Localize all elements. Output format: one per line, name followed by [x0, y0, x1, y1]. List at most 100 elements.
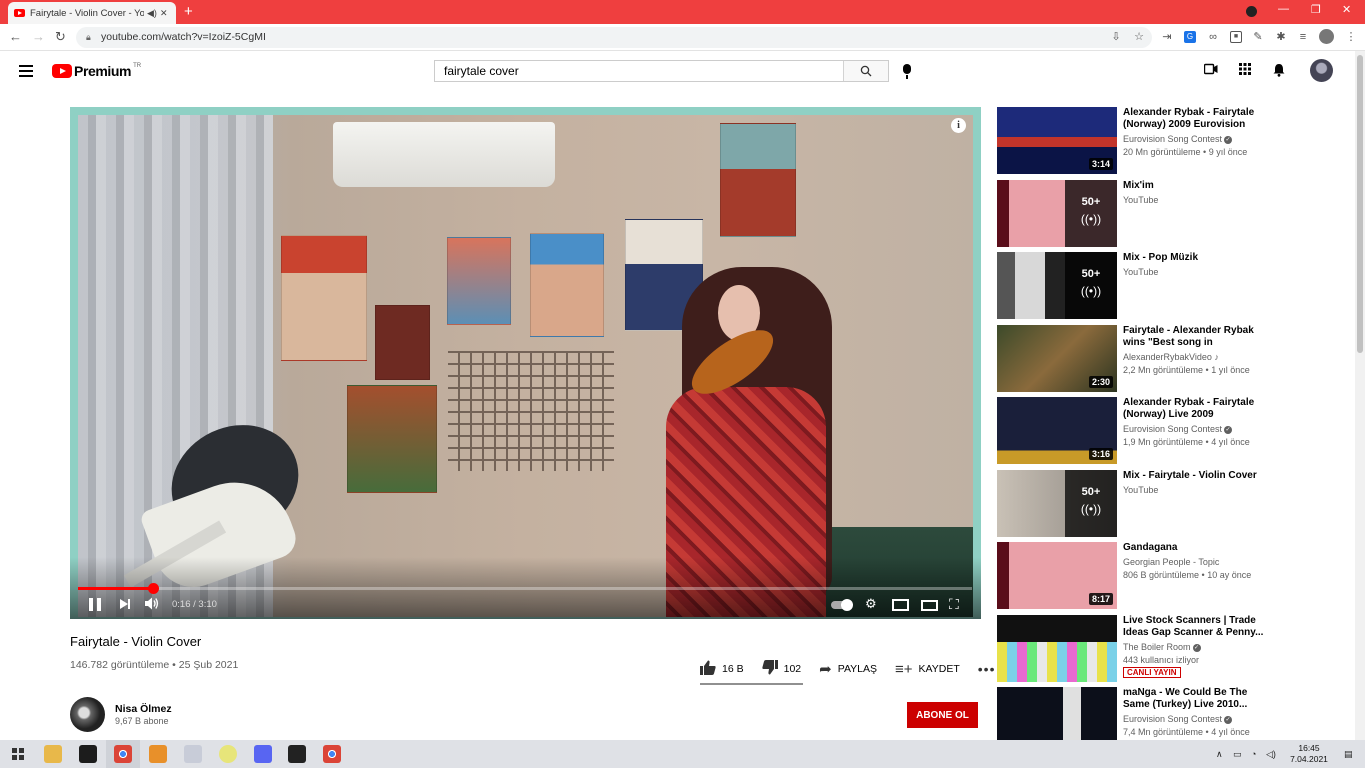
fullscreen-icon[interactable]: ⛶	[949, 596, 959, 612]
console-icon[interactable]	[288, 745, 306, 763]
recommendation-title[interactable]: Mix'im	[1123, 180, 1271, 192]
theater-mode-icon[interactable]	[921, 600, 938, 611]
next-icon[interactable]	[120, 599, 130, 609]
close-window-button[interactable]: ✕	[1342, 3, 1351, 16]
browser-avatar[interactable]	[1319, 29, 1334, 44]
channel-avatar[interactable]	[70, 697, 105, 732]
recommendation-channel[interactable]: Eurovision Song Contest ✓	[1123, 714, 1233, 724]
youtube-premium-logo[interactable]: Premium TR	[52, 63, 141, 79]
recommendation-item[interactable]: 3:14 Alexander Rybak - Fairytale (Norway…	[997, 107, 1275, 175]
pause-icon[interactable]	[89, 598, 101, 611]
install-icon[interactable]: ⇩	[1110, 31, 1122, 43]
video-thumbnail[interactable]: 8:17	[997, 542, 1117, 609]
recommendation-channel[interactable]: Eurovision Song Contest ✓	[1123, 134, 1233, 144]
recommendation-item[interactable]: 2:30 Fairytale - Alexander Rybak wins "B…	[997, 325, 1275, 393]
bookmark-star-icon[interactable]: ☆	[1133, 31, 1145, 43]
recommendation-title[interactable]: Alexander Rybak - Fairytale (Norway) Liv…	[1123, 397, 1271, 421]
recommendation-channel[interactable]: AlexanderRybakVideo ♪	[1123, 352, 1219, 362]
address-bar[interactable]: 🔒︎ youtube.com/watch?v=IzoiZ-5CgMI	[76, 27, 1152, 48]
recommendation-title[interactable]: Mix - Fairytale - Violin Cover	[1123, 470, 1271, 482]
video-thumbnail[interactable]	[997, 615, 1117, 682]
tab-audio-icon[interactable]: ◀)	[147, 8, 157, 19]
reload-icon[interactable]: ↻	[55, 29, 66, 45]
apps-grid-icon[interactable]	[1239, 63, 1251, 78]
browser-menu-icon[interactable]: ⋮	[1345, 31, 1357, 43]
recommendation-title[interactable]: Fairytale - Alexander Rybak wins "Best s…	[1123, 325, 1271, 349]
recommendation-title[interactable]: maNga - We Could Be The Same (Turkey) Li…	[1123, 687, 1271, 711]
minimize-button[interactable]: —	[1278, 3, 1289, 15]
scrollbar-thumb[interactable]	[1357, 55, 1363, 353]
recommendation-channel[interactable]: YouTube	[1123, 485, 1158, 495]
browser-profile-icon[interactable]	[1246, 6, 1257, 17]
miniplayer-icon[interactable]	[892, 599, 909, 611]
recommendation-item[interactable]: 50+ ((•)) Mix'im YouTube	[997, 180, 1275, 248]
video-player[interactable]: i 0:16 / 3:10 ⚙ ⛶	[70, 107, 981, 619]
tab-close-icon[interactable]: ✕	[160, 8, 170, 19]
extension-cast-icon[interactable]: ⇥	[1161, 31, 1173, 43]
recommendation-item[interactable]: 50+ ((•)) Mix - Pop Müzik YouTube	[997, 252, 1275, 320]
notification-center-icon[interactable]: ▤	[1344, 749, 1353, 760]
volume-icon[interactable]	[145, 597, 159, 614]
menu-icon[interactable]	[19, 65, 33, 80]
recommendation-title[interactable]: Mix - Pop Müzik	[1123, 252, 1271, 264]
video-thumbnail[interactable]: 3:16	[997, 397, 1117, 464]
recommendation-item[interactable]: 8:17 Gandagana Georgian People - Topic 8…	[997, 542, 1275, 610]
progress-bar[interactable]	[78, 583, 972, 594]
taskbar-clock[interactable]: 16:45 7.04.2021	[1287, 743, 1331, 765]
recommendation-title[interactable]: Live Stock Scanners | Trade Ideas Gap Sc…	[1123, 615, 1271, 639]
media-control-icon[interactable]: ≡	[1297, 31, 1309, 43]
search-button[interactable]	[843, 61, 888, 81]
video-thumbnail[interactable]: 3:14	[997, 107, 1117, 174]
app-icon[interactable]	[184, 745, 202, 763]
recommendation-channel[interactable]: The Boiler Room ✓	[1123, 642, 1201, 652]
create-video-icon[interactable]	[1203, 63, 1218, 78]
new-tab-button[interactable]: +	[184, 4, 193, 20]
info-icon[interactable]: i	[951, 118, 966, 133]
voice-search-icon[interactable]	[903, 64, 911, 79]
extension-glasses-icon[interactable]: ∞	[1207, 31, 1219, 43]
tray-chevron-icon[interactable]: ∧	[1216, 749, 1223, 760]
subscribe-button[interactable]: ABONE OL	[907, 702, 978, 728]
notifications-bell-icon[interactable]	[1273, 63, 1285, 80]
mix-thumbnail[interactable]: 50+ ((•))	[997, 470, 1117, 537]
extension-puzzle-icon[interactable]: ✎	[1252, 31, 1264, 43]
account-avatar[interactable]	[1310, 59, 1333, 82]
forward-arrow-icon[interactable]: →	[32, 29, 45, 44]
recommendation-channel[interactable]: YouTube	[1123, 267, 1158, 277]
app-hd-icon[interactable]	[219, 745, 237, 763]
recommendation-title[interactable]: Gandagana	[1123, 542, 1271, 554]
battery-icon[interactable]: ▭	[1233, 749, 1242, 760]
file-explorer-icon[interactable]	[44, 745, 62, 763]
dislike-button[interactable]: 102	[761, 659, 801, 679]
network-icon[interactable]: ◔	[1251, 749, 1256, 759]
extension-box-icon[interactable]: ■	[1230, 31, 1242, 43]
terminal-icon[interactable]	[79, 745, 97, 763]
recommendation-title[interactable]: Alexander Rybak - Fairytale (Norway) 200…	[1123, 107, 1271, 131]
recommendation-item[interactable]: 50+ ((•)) Mix - Fairytale - Violin Cover…	[997, 470, 1275, 538]
extensions-icon[interactable]: ✱	[1275, 31, 1287, 43]
share-button[interactable]: ➦ PAYLAŞ	[819, 660, 877, 678]
mix-thumbnail[interactable]: 50+ ((•))	[997, 180, 1117, 247]
mix-thumbnail[interactable]: 50+ ((•))	[997, 252, 1117, 319]
video-thumbnail[interactable]: 2:30	[997, 325, 1117, 392]
more-actions-button[interactable]: •••	[978, 661, 996, 677]
progress-scrubber[interactable]	[148, 583, 159, 594]
sublime-icon[interactable]	[149, 745, 167, 763]
save-button[interactable]: ≡+ KAYDET	[895, 661, 960, 678]
chrome-icon[interactable]	[323, 745, 341, 763]
extension-translate-icon[interactable]: G	[1184, 31, 1196, 43]
chrome-icon[interactable]	[114, 745, 132, 763]
windows-start-icon[interactable]	[12, 748, 24, 760]
channel-name[interactable]: Nisa Ölmez	[115, 703, 172, 715]
browser-tab[interactable]: Fairytale - Violin Cover - YouTube ◀) ✕	[8, 2, 176, 24]
speaker-icon[interactable]: ◁)	[1266, 749, 1276, 760]
recommendation-channel[interactable]: Georgian People - Topic	[1123, 557, 1219, 567]
search-input[interactable]	[435, 61, 843, 81]
settings-gear-icon[interactable]: ⚙	[865, 596, 877, 612]
recommendation-channel[interactable]: Eurovision Song Contest ✓	[1123, 424, 1233, 434]
back-arrow-icon[interactable]: ←	[9, 29, 22, 44]
like-button[interactable]: 16 B	[700, 660, 744, 679]
discord-icon[interactable]	[254, 745, 272, 763]
recommendation-item[interactable]: 3:16 Alexander Rybak - Fairytale (Norway…	[997, 397, 1275, 465]
maximize-button[interactable]: ❐	[1311, 3, 1321, 16]
